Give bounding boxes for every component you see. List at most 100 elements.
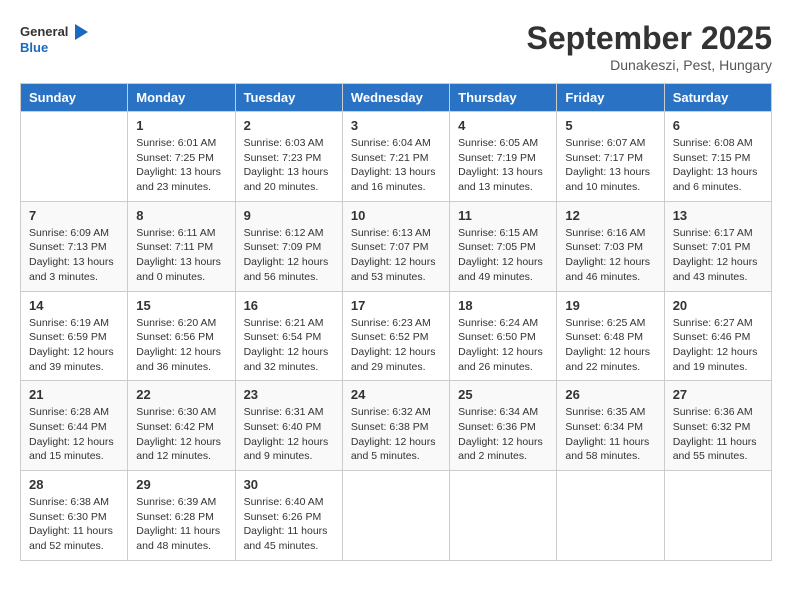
day-number: 19 [565,298,655,313]
calendar-cell: 3 Sunrise: 6:04 AM Sunset: 7:21 PM Daylig… [342,112,449,202]
calendar-cell [664,471,771,561]
day-info: Sunrise: 6:08 AM Sunset: 7:15 PM Dayligh… [673,136,763,195]
month-year-title: September 2025 [527,20,772,57]
day-number: 24 [351,387,441,402]
day-info: Sunrise: 6:23 AM Sunset: 6:52 PM Dayligh… [351,316,441,375]
day-number: 4 [458,118,548,133]
title-block: September 2025 Dunakeszi, Pest, Hungary [527,20,772,73]
calendar-week-row: 7 Sunrise: 6:09 AM Sunset: 7:13 PM Daylig… [21,201,772,291]
day-number: 13 [673,208,763,223]
day-number: 21 [29,387,119,402]
col-header-tuesday: Tuesday [235,84,342,112]
generalblue-logo-svg: General Blue [20,20,90,60]
day-info: Sunrise: 6:17 AM Sunset: 7:01 PM Dayligh… [673,226,763,285]
day-number: 14 [29,298,119,313]
day-number: 26 [565,387,655,402]
day-info: Sunrise: 6:27 AM Sunset: 6:46 PM Dayligh… [673,316,763,375]
calendar-cell [557,471,664,561]
day-number: 23 [244,387,334,402]
day-info: Sunrise: 6:07 AM Sunset: 7:17 PM Dayligh… [565,136,655,195]
calendar-cell: 13 Sunrise: 6:17 AM Sunset: 7:01 PM Dayli… [664,201,771,291]
day-info: Sunrise: 6:15 AM Sunset: 7:05 PM Dayligh… [458,226,548,285]
calendar-cell: 20 Sunrise: 6:27 AM Sunset: 6:46 PM Dayli… [664,291,771,381]
day-number: 10 [351,208,441,223]
day-info: Sunrise: 6:19 AM Sunset: 6:59 PM Dayligh… [29,316,119,375]
calendar-cell: 19 Sunrise: 6:25 AM Sunset: 6:48 PM Dayli… [557,291,664,381]
calendar-cell: 2 Sunrise: 6:03 AM Sunset: 7:23 PM Daylig… [235,112,342,202]
calendar-cell: 16Sunrise: 6:21 AM Sunset: 6:54 PM Dayli… [235,291,342,381]
calendar-cell: 1 Sunrise: 6:01 AM Sunset: 7:25 PM Daylig… [128,112,235,202]
day-info: Sunrise: 6:03 AM Sunset: 7:23 PM Dayligh… [244,136,334,195]
calendar-cell: 15 Sunrise: 6:20 AM Sunset: 6:56 PM Dayli… [128,291,235,381]
day-info: Sunrise: 6:38 AM Sunset: 6:30 PM Dayligh… [29,495,119,554]
col-header-saturday: Saturday [664,84,771,112]
calendar-cell: 29 Sunrise: 6:39 AM Sunset: 6:28 PM Dayli… [128,471,235,561]
calendar-cell [21,112,128,202]
day-number: 22 [136,387,226,402]
calendar-cell: 25 Sunrise: 6:34 AM Sunset: 6:36 PM Dayli… [450,381,557,471]
day-info: Sunrise: 6:21 AM Sunset: 6:54 PM Dayligh… [244,316,334,375]
logo: General Blue [20,20,90,60]
day-number: 2 [244,118,334,133]
calendar-cell: 21 Sunrise: 6:28 AM Sunset: 6:44 PM Dayli… [21,381,128,471]
day-info: Sunrise: 6:01 AM Sunset: 7:25 PM Dayligh… [136,136,226,195]
day-info: Sunrise: 6:20 AM Sunset: 6:56 PM Dayligh… [136,316,226,375]
day-number: 8 [136,208,226,223]
calendar-cell: 22Sunrise: 6:30 AM Sunset: 6:42 PM Dayli… [128,381,235,471]
calendar-week-row: 14 Sunrise: 6:19 AM Sunset: 6:59 PM Dayli… [21,291,772,381]
page-header: General Blue September 2025 Dunakeszi, P… [20,20,772,73]
calendar-cell [450,471,557,561]
calendar-cell: 30Sunrise: 6:40 AM Sunset: 6:26 PM Dayli… [235,471,342,561]
day-number: 6 [673,118,763,133]
calendar-table: SundayMondayTuesdayWednesdayThursdayFrid… [20,83,772,561]
day-info: Sunrise: 6:35 AM Sunset: 6:34 PM Dayligh… [565,405,655,464]
calendar-cell: 14 Sunrise: 6:19 AM Sunset: 6:59 PM Dayli… [21,291,128,381]
day-info: Sunrise: 6:04 AM Sunset: 7:21 PM Dayligh… [351,136,441,195]
day-number: 9 [244,208,334,223]
day-info: Sunrise: 6:11 AM Sunset: 7:11 PM Dayligh… [136,226,226,285]
day-info: Sunrise: 6:39 AM Sunset: 6:28 PM Dayligh… [136,495,226,554]
day-info: Sunrise: 6:25 AM Sunset: 6:48 PM Dayligh… [565,316,655,375]
day-number: 18 [458,298,548,313]
calendar-week-row: 21 Sunrise: 6:28 AM Sunset: 6:44 PM Dayli… [21,381,772,471]
col-header-sunday: Sunday [21,84,128,112]
calendar-cell: 7 Sunrise: 6:09 AM Sunset: 7:13 PM Daylig… [21,201,128,291]
calendar-cell: 9Sunrise: 6:12 AM Sunset: 7:09 PM Daylig… [235,201,342,291]
day-info: Sunrise: 6:36 AM Sunset: 6:32 PM Dayligh… [673,405,763,464]
day-number: 12 [565,208,655,223]
calendar-cell: 28Sunrise: 6:38 AM Sunset: 6:30 PM Dayli… [21,471,128,561]
calendar-cell: 12Sunrise: 6:16 AM Sunset: 7:03 PM Dayli… [557,201,664,291]
calendar-week-row: 1 Sunrise: 6:01 AM Sunset: 7:25 PM Daylig… [21,112,772,202]
calendar-cell: 18 Sunrise: 6:24 AM Sunset: 6:50 PM Dayli… [450,291,557,381]
calendar-cell: 5Sunrise: 6:07 AM Sunset: 7:17 PM Daylig… [557,112,664,202]
calendar-cell: 26 Sunrise: 6:35 AM Sunset: 6:34 PM Dayli… [557,381,664,471]
day-number: 1 [136,118,226,133]
day-info: Sunrise: 6:34 AM Sunset: 6:36 PM Dayligh… [458,405,548,464]
day-number: 15 [136,298,226,313]
day-info: Sunrise: 6:13 AM Sunset: 7:07 PM Dayligh… [351,226,441,285]
day-number: 11 [458,208,548,223]
day-number: 3 [351,118,441,133]
day-number: 27 [673,387,763,402]
calendar-cell [342,471,449,561]
day-info: Sunrise: 6:05 AM Sunset: 7:19 PM Dayligh… [458,136,548,195]
day-info: Sunrise: 6:32 AM Sunset: 6:38 PM Dayligh… [351,405,441,464]
day-number: 20 [673,298,763,313]
col-header-friday: Friday [557,84,664,112]
col-header-thursday: Thursday [450,84,557,112]
svg-text:Blue: Blue [20,40,48,55]
calendar-cell: 23Sunrise: 6:31 AM Sunset: 6:40 PM Dayli… [235,381,342,471]
day-number: 7 [29,208,119,223]
location-subtitle: Dunakeszi, Pest, Hungary [527,57,772,73]
calendar-cell: 17Sunrise: 6:23 AM Sunset: 6:52 PM Dayli… [342,291,449,381]
calendar-cell: 11 Sunrise: 6:15 AM Sunset: 7:05 PM Dayli… [450,201,557,291]
day-number: 29 [136,477,226,492]
day-number: 25 [458,387,548,402]
day-info: Sunrise: 6:09 AM Sunset: 7:13 PM Dayligh… [29,226,119,285]
calendar-cell: 8 Sunrise: 6:11 AM Sunset: 7:11 PM Daylig… [128,201,235,291]
calendar-cell: 27 Sunrise: 6:36 AM Sunset: 6:32 PM Dayli… [664,381,771,471]
calendar-cell: 4 Sunrise: 6:05 AM Sunset: 7:19 PM Daylig… [450,112,557,202]
col-header-wednesday: Wednesday [342,84,449,112]
day-info: Sunrise: 6:28 AM Sunset: 6:44 PM Dayligh… [29,405,119,464]
day-info: Sunrise: 6:24 AM Sunset: 6:50 PM Dayligh… [458,316,548,375]
